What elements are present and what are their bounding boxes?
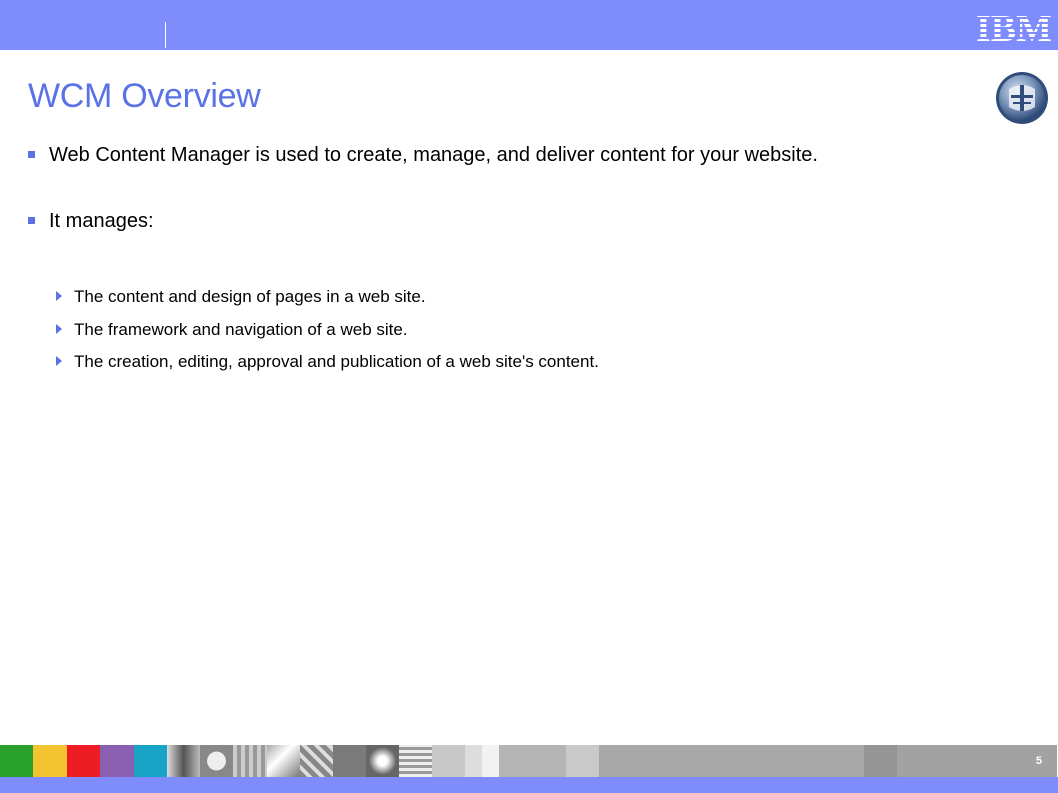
slide: IBM WCM Overview Web Content Manager is … — [0, 0, 1058, 793]
triangle-bullet-icon — [56, 291, 62, 301]
bullet-item: It manages: — [28, 209, 908, 233]
photo-tile — [267, 745, 300, 777]
bullet-text: It manages: — [49, 210, 154, 232]
globe-emblem-icon — [996, 72, 1048, 124]
photo-tile — [465, 745, 499, 777]
triangle-bullet-icon — [56, 356, 62, 366]
color-tile — [67, 745, 100, 777]
color-tile — [0, 745, 33, 777]
ibm-logo-icon: IBM — [976, 9, 1052, 45]
color-tile — [134, 745, 167, 777]
bullet-item: Web Content Manager is used to create, m… — [28, 143, 908, 167]
photo-tile — [167, 745, 200, 777]
photo-tile — [432, 745, 465, 777]
gray-tile — [599, 745, 864, 777]
square-bullet-icon — [28, 151, 35, 158]
photo-tile — [399, 745, 432, 777]
photo-tile — [300, 745, 333, 777]
photo-tile — [333, 745, 366, 777]
sub-bullet-item: The framework and navigation of a web si… — [56, 319, 936, 341]
gray-tile — [566, 745, 599, 777]
triangle-bullet-icon — [56, 324, 62, 334]
gray-tile — [499, 745, 566, 777]
sub-bullet-item: The content and design of pages in a web… — [56, 286, 936, 308]
color-tile — [33, 745, 67, 777]
page-number: 5 — [1035, 755, 1042, 767]
photo-tile — [366, 745, 399, 777]
sub-bullet-text: The framework and navigation of a web si… — [74, 320, 408, 339]
svg-text:IBM: IBM — [976, 9, 1052, 45]
slide-title: WCM Overview — [28, 77, 261, 115]
photo-tile — [200, 745, 233, 777]
footer-image-strip — [0, 745, 1058, 777]
color-tile — [100, 745, 134, 777]
top-banner — [0, 0, 1058, 50]
sub-bullet-text: The content and design of pages in a web… — [74, 287, 426, 306]
footer-banner — [0, 777, 1058, 793]
bullet-text: Web Content Manager is used to create, m… — [49, 144, 818, 166]
banner-divider — [165, 22, 166, 48]
sub-bullet-item: The creation, editing, approval and publ… — [56, 351, 936, 373]
sub-bullet-text: The creation, editing, approval and publ… — [74, 352, 599, 371]
square-bullet-icon — [28, 217, 35, 224]
gray-tile — [897, 745, 1057, 777]
photo-tile — [233, 745, 267, 777]
gray-tile — [864, 745, 897, 777]
